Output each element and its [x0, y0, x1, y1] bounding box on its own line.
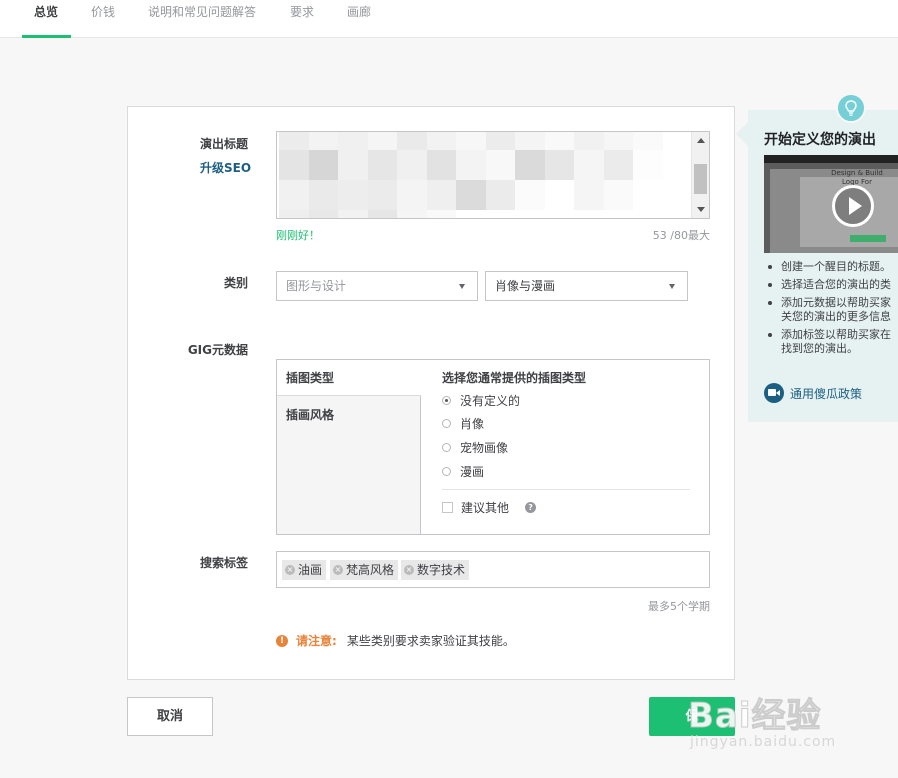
notice-text: 某些类别要求卖家验证其技能。 — [346, 634, 515, 648]
subcategory-select[interactable]: 肖像与漫画 — [485, 271, 688, 301]
metadata-divider — [442, 489, 690, 490]
upgrade-seo-link[interactable]: 升级SEO — [200, 159, 251, 176]
notice-title: 请注意: — [296, 634, 337, 648]
gig-title-label: 演出标题 — [199, 137, 248, 151]
category-label: 类别 — [223, 276, 248, 290]
title-scrollbar[interactable] — [691, 132, 709, 218]
radio-option-label: 宠物画像 — [460, 440, 509, 455]
tag-label: 数字技术 — [417, 563, 466, 577]
policy-link[interactable]: 通用傻瓜政策 — [764, 383, 862, 403]
tag-chip: × 数字技术 — [401, 560, 470, 580]
radio-option-label: 没有定义的 — [460, 393, 521, 408]
title-char-counter: 53 /80最大 — [652, 229, 710, 242]
question-circle-icon[interactable]: ? — [525, 502, 537, 513]
video-topbar — [764, 155, 898, 163]
tip-item-continued: 找到您的演出。 — [781, 342, 858, 355]
tip-item: 创建一个醒目的标题。 — [764, 260, 898, 274]
tab-description-faq[interactable]: 说明和常见问题解答 — [148, 0, 256, 38]
tab-pricing[interactable]: 价钱 — [91, 0, 115, 38]
video-camera-icon — [764, 383, 784, 403]
tab-requirements[interactable]: 要求 — [290, 0, 314, 38]
title-feedback: 刚刚好！ — [276, 229, 320, 242]
sidebar-tips: 创建一个醒目的标题。 选择适合您的演出的类 添加元数据以帮助买家 关您的演出的更… — [764, 260, 898, 360]
remove-tag-icon[interactable]: × — [333, 565, 343, 575]
gig-title-textarea[interactable] — [276, 131, 710, 219]
tutorial-video[interactable]: Design & Build Logo For — [764, 155, 898, 253]
gig-metadata-panel: 插图类型 插画风格 选择您通常提供的插图类型 没有定义的 肖像 宠物画像 漫画 — [276, 359, 710, 535]
scroll-down-arrow-icon[interactable] — [697, 207, 705, 212]
metadata-tab-illustration-style[interactable]: 插画风格 — [286, 406, 334, 423]
remove-tag-icon[interactable]: × — [285, 565, 295, 575]
metadata-options: 选择您通常提供的插图类型 没有定义的 肖像 宠物画像 漫画 建议其他 ? — [421, 360, 709, 534]
top-nav: 总览 价钱 说明和常见问题解答 要求 画廊 — [0, 0, 898, 38]
policy-link-label: 通用傻瓜政策 — [790, 386, 863, 401]
radio-icon[interactable] — [442, 418, 451, 428]
help-sidebar: 开始定义您的演出 Design & Build Logo For 创建一个醒目的… — [748, 110, 898, 422]
radio-icon[interactable] — [442, 466, 451, 476]
category-select-value: 图形与设计 — [286, 279, 347, 293]
lightbulb-icon — [836, 93, 866, 123]
scroll-up-arrow-icon[interactable] — [697, 138, 705, 143]
scroll-thumb[interactable] — [694, 164, 707, 194]
suggest-other-label: 建议其他 — [461, 501, 510, 515]
cancel-button[interactable]: 取消 — [127, 697, 213, 736]
gig-metadata-label: GIG元数据 — [187, 343, 248, 357]
overview-form-card: 演出标题 升级SEO 刚刚好！ 53 /80最大 类别 图形与设计 肖像与漫画 … — [127, 106, 735, 680]
tip-item: 添加元数据以帮助买家 — [764, 296, 898, 310]
tag-label: 油画 — [298, 563, 323, 577]
suggest-other-checkbox[interactable] — [442, 502, 453, 513]
sidebar-pointer — [736, 122, 748, 146]
metadata-tab-list: 插图类型 插画风格 — [277, 360, 421, 534]
save-button[interactable]: 保 — [649, 697, 735, 736]
radio-option-portrait[interactable]: 肖像 — [442, 414, 484, 432]
metadata-tab-illustration-type[interactable]: 插图类型 — [277, 360, 421, 396]
radio-icon[interactable] — [442, 442, 451, 452]
tab-overview[interactable]: 总览 — [34, 0, 58, 38]
info-icon: ! — [276, 634, 288, 647]
tip-item: 选择适合您的演出的类 — [764, 278, 898, 292]
watermark-url: jingyan.baidu.com — [690, 734, 837, 750]
remove-tag-icon[interactable]: × — [404, 565, 414, 575]
radio-option-label: 漫画 — [460, 464, 485, 479]
radio-option-pet-portrait[interactable]: 宠物画像 — [442, 438, 508, 456]
chevron-down-icon — [459, 284, 465, 289]
radio-option-label: 肖像 — [460, 416, 485, 431]
search-tags-label: 搜索标签 — [199, 556, 248, 570]
sidebar-title: 开始定义您的演出 — [764, 132, 876, 148]
suggest-other-option[interactable]: 建议其他 ? — [442, 499, 537, 516]
radio-option-undefined[interactable]: 没有定义的 — [442, 391, 520, 409]
chevron-down-icon — [669, 284, 675, 289]
tag-label: 梵高风格 — [346, 563, 395, 577]
video-caption: Design & Build Logo For — [831, 169, 883, 186]
tip-item: 添加标签以帮助买家在 — [764, 328, 898, 342]
category-notice: ! 请注意: 某些类别要求卖家验证其技能。 — [276, 632, 515, 649]
tip-item-continued: 关您的演出的更多信息 — [781, 310, 891, 323]
pixelated-title-text — [279, 132, 663, 218]
video-cta-bar — [850, 235, 886, 242]
tag-chip: × 油画 — [282, 560, 327, 580]
tags-limit-hint: 最多5个学期 — [648, 600, 710, 613]
category-select[interactable]: 图形与设计 — [276, 271, 478, 301]
radio-selected-icon[interactable] — [442, 395, 451, 405]
tag-chip: × 梵高风格 — [330, 560, 399, 580]
tab-gallery[interactable]: 画廊 — [347, 0, 371, 38]
metadata-options-heading: 选择您通常提供的插图类型 — [442, 371, 587, 385]
active-tab-indicator — [22, 35, 71, 38]
search-tags-input[interactable]: × 油画 × 梵高风格 × 数字技术 — [276, 551, 710, 588]
radio-option-cartoon[interactable]: 漫画 — [442, 462, 484, 480]
play-icon[interactable] — [832, 185, 874, 227]
subcategory-select-value: 肖像与漫画 — [495, 279, 556, 293]
